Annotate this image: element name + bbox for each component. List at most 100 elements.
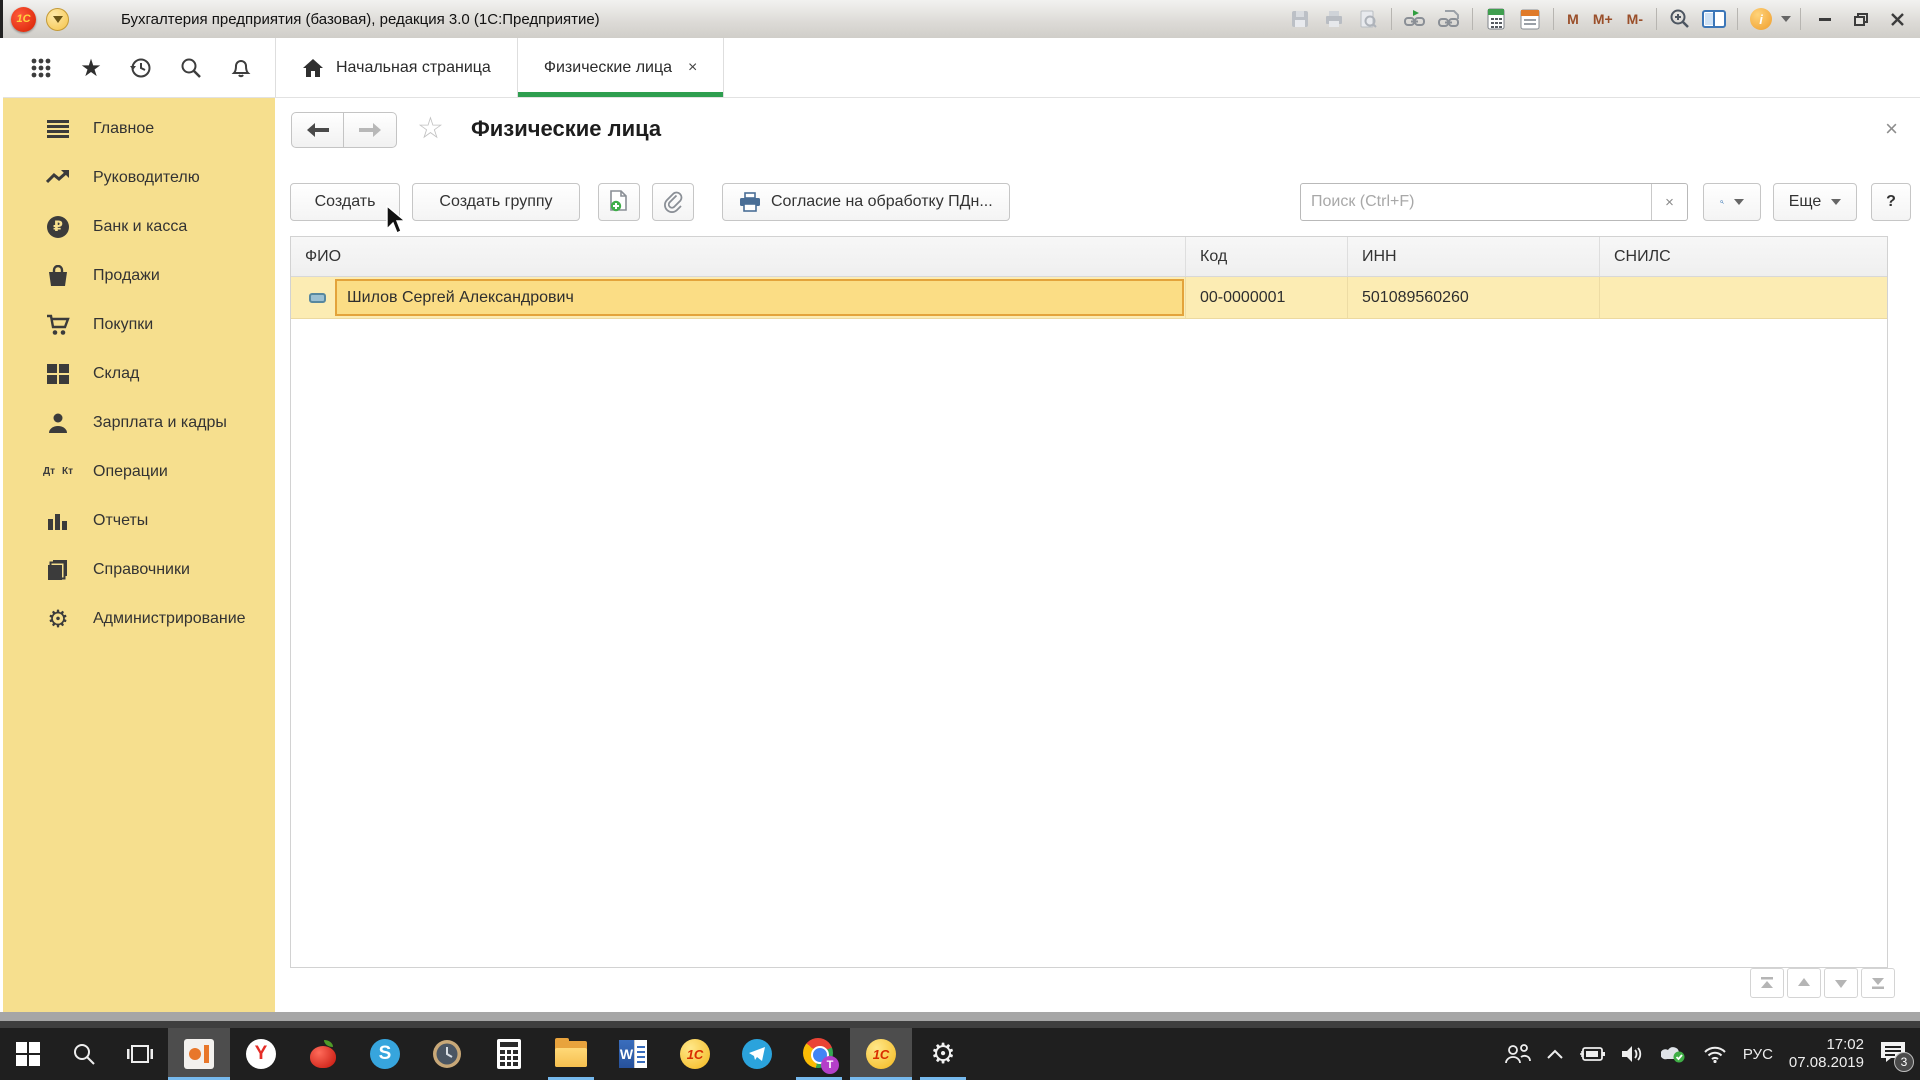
chevron-down-icon	[1831, 199, 1842, 205]
sidebar-item-bank-cash[interactable]: ₽ Банк и касса	[13, 202, 275, 251]
notification-badge: 3	[1894, 1051, 1914, 1072]
task-view-icon[interactable]	[112, 1028, 168, 1080]
calculator-icon[interactable]	[1482, 6, 1510, 32]
telegram-icon	[742, 1039, 772, 1069]
history-icon[interactable]	[127, 54, 155, 82]
zoom-in-icon[interactable]	[1666, 6, 1694, 32]
battery-icon[interactable]	[1579, 1046, 1605, 1062]
taskbar-app-clock[interactable]	[416, 1028, 478, 1080]
taskbar-app-calculator[interactable]	[478, 1028, 540, 1080]
clock[interactable]: 17:02 07.08.2019	[1789, 1036, 1864, 1072]
taskbar-app-recorder[interactable]	[168, 1028, 230, 1080]
tab-home[interactable]: Начальная страница	[275, 38, 517, 97]
minimize-button[interactable]	[1810, 6, 1840, 32]
search-settings-button[interactable]	[1703, 183, 1761, 221]
main-menu-button[interactable]	[46, 7, 69, 31]
search-input[interactable]	[1301, 184, 1651, 220]
get-link-icon[interactable]	[1435, 6, 1463, 32]
go-up-button[interactable]	[1787, 968, 1821, 998]
create-button[interactable]: Создать	[290, 183, 400, 221]
tab-close-icon[interactable]: ×	[688, 59, 697, 77]
preview-icon[interactable]	[1354, 6, 1382, 32]
taskbar-app-skype[interactable]: S	[354, 1028, 416, 1080]
memory-m-button[interactable]: M	[1563, 11, 1583, 27]
copy-item-button[interactable]	[598, 183, 640, 221]
create-group-button[interactable]: Создать группу	[412, 183, 580, 221]
print-icon[interactable]	[1320, 6, 1348, 32]
cell-snils[interactable]	[1599, 277, 1887, 318]
sidebar-item-salary-hr[interactable]: Зарплата и кадры	[13, 398, 275, 447]
sidebar-item-reports[interactable]: Отчеты	[13, 496, 275, 545]
sidebar-item-catalogs[interactable]: Справочники	[13, 545, 275, 594]
form-close-icon[interactable]: ×	[1885, 116, 1898, 142]
column-header-inn[interactable]: ИНН	[1347, 237, 1599, 276]
column-header-snils[interactable]: СНИЛС	[1599, 237, 1887, 276]
attachments-button[interactable]	[652, 183, 694, 221]
taskbar-app-settings[interactable]: ⚙	[912, 1028, 974, 1080]
tray-chevron-icon[interactable]	[1547, 1049, 1563, 1059]
all-sections-icon[interactable]	[27, 54, 55, 82]
chevron-down-icon	[52, 15, 63, 23]
search-box: ×	[1300, 183, 1688, 221]
clock-app-icon	[433, 1040, 461, 1068]
notifications-bell-icon[interactable]	[227, 54, 255, 82]
table-row[interactable]: Шилов Сергей Александрович 00-0000001 50…	[291, 277, 1887, 319]
go-first-button[interactable]	[1750, 968, 1784, 998]
sidebar-item-purchases[interactable]: Покупки	[13, 300, 275, 349]
taskbar-app-explorer[interactable]	[540, 1028, 602, 1080]
taskbar-app-chrome[interactable]: Т	[788, 1028, 850, 1080]
copy-document-icon	[610, 190, 627, 212]
cell-code[interactable]: 00-0000001	[1185, 277, 1347, 318]
sidebar-item-manager[interactable]: Руководителю	[13, 153, 275, 202]
taskbar-app-apple[interactable]	[292, 1028, 354, 1080]
sidebar-item-administration[interactable]: ⚙ Администрирование	[13, 594, 275, 643]
cell-inn[interactable]: 501089560260	[1347, 277, 1599, 318]
split-window-icon[interactable]	[1700, 6, 1728, 32]
taskbar-app-word[interactable]: W	[602, 1028, 664, 1080]
shopping-bag-icon	[45, 263, 71, 289]
language-indicator[interactable]: РУС	[1743, 1046, 1773, 1063]
start-button[interactable]	[0, 1028, 56, 1080]
forward-button[interactable]	[344, 112, 397, 148]
info-dropdown-icon[interactable]	[1781, 16, 1791, 22]
people-icon[interactable]	[1504, 1044, 1531, 1064]
sidebar-item-sales[interactable]: Продажи	[13, 251, 275, 300]
calendar-icon[interactable]	[1516, 6, 1544, 32]
restore-button[interactable]	[1846, 6, 1876, 32]
tab-individuals[interactable]: Физические лица ×	[516, 38, 725, 97]
save-icon[interactable]	[1286, 6, 1314, 32]
volume-icon[interactable]	[1621, 1045, 1645, 1063]
column-header-code[interactable]: Код	[1185, 237, 1347, 276]
sidebar-item-main[interactable]: Главное	[13, 104, 275, 153]
goto-link-icon[interactable]	[1401, 6, 1429, 32]
favorite-star-icon[interactable]: ☆	[417, 112, 444, 146]
taskbar-app-1c-active[interactable]: 1С	[850, 1028, 912, 1080]
sidebar-item-operations[interactable]: Дт Кт Операции	[13, 447, 275, 496]
taskbar-search-icon[interactable]	[56, 1028, 112, 1080]
memory-minus-button[interactable]: M-	[1623, 11, 1647, 27]
search-icon[interactable]	[177, 54, 205, 82]
info-icon[interactable]: i	[1747, 6, 1775, 32]
taskbar-app-yandex[interactable]: Y	[230, 1028, 292, 1080]
active-cell[interactable]: Шилов Сергей Александрович	[335, 279, 1184, 316]
favorites-icon[interactable]: ★	[77, 54, 105, 82]
taskbar-app-telegram[interactable]	[726, 1028, 788, 1080]
help-button[interactable]: ?	[1871, 183, 1911, 221]
cloud-sync-icon[interactable]	[1660, 1045, 1687, 1063]
sidebar-item-warehouse[interactable]: Склад	[13, 349, 275, 398]
close-button[interactable]	[1882, 6, 1912, 32]
wifi-icon[interactable]	[1703, 1045, 1727, 1063]
taskbar-app-1c[interactable]: 1С	[664, 1028, 726, 1080]
go-down-button[interactable]	[1824, 968, 1858, 998]
action-center[interactable]: 3	[1880, 1041, 1914, 1072]
memory-plus-button[interactable]: M+	[1589, 11, 1617, 27]
consent-print-button[interactable]: Согласие на обработку ПДн...	[722, 183, 1010, 221]
chevron-down-icon	[1734, 199, 1744, 205]
cell-fio[interactable]: Шилов Сергей Александрович	[291, 277, 1185, 318]
go-last-button[interactable]	[1861, 968, 1895, 998]
search-clear-button[interactable]: ×	[1651, 184, 1687, 220]
more-button[interactable]: Еще	[1773, 183, 1857, 221]
yandex-browser-icon: Y	[246, 1039, 276, 1069]
back-button[interactable]	[291, 112, 344, 148]
column-header-fio[interactable]: ФИО	[291, 237, 1185, 276]
